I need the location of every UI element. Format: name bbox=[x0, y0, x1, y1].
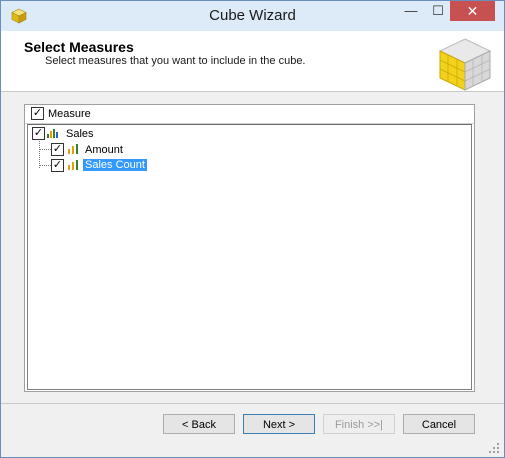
amount-checkbox[interactable]: ✓ bbox=[51, 143, 64, 156]
page-subtitle: Select measures that you want to include… bbox=[45, 55, 306, 67]
cube-wizard-window: Cube Wizard — ☐ ✕ Select Measures Select… bbox=[0, 0, 505, 458]
tree-connector-line bbox=[39, 139, 40, 168]
cancel-button[interactable]: Cancel bbox=[403, 414, 475, 434]
select-all-checkbox[interactable]: ✓ bbox=[31, 107, 44, 120]
sales-count-checkbox[interactable]: ✓ bbox=[51, 159, 64, 172]
measure-tree-panel: ✓ Measure ✓ Sales ✓ Amount ✓ Sales Count bbox=[24, 104, 475, 392]
next-button[interactable]: Next > bbox=[243, 414, 315, 434]
tree-connector-line bbox=[39, 165, 51, 166]
tree-connector-line bbox=[39, 149, 51, 150]
measure-icon bbox=[68, 144, 78, 154]
tree-node-label: Amount bbox=[85, 144, 123, 156]
tree-node-label-selected: Sales Count bbox=[83, 159, 147, 171]
minimize-button[interactable]: — bbox=[398, 1, 424, 21]
finish-button[interactable]: Finish >>| bbox=[323, 414, 395, 434]
page-title: Select Measures bbox=[24, 39, 134, 55]
sales-checkbox[interactable]: ✓ bbox=[32, 127, 45, 140]
measure-column-header: ✓ Measure bbox=[25, 105, 474, 124]
cube-logo-icon bbox=[438, 38, 492, 91]
resize-grip-icon[interactable] bbox=[487, 441, 501, 455]
measure-tree[interactable]: ✓ Sales ✓ Amount ✓ Sales Count bbox=[27, 124, 472, 390]
maximize-button[interactable]: ☐ bbox=[425, 1, 451, 21]
tree-node-label: Sales bbox=[66, 128, 94, 140]
wizard-header: Select Measures Select measures that you… bbox=[1, 31, 504, 92]
measure-group-icon bbox=[47, 129, 58, 138]
title-bar: Cube Wizard — ☐ ✕ bbox=[1, 1, 504, 31]
measure-icon bbox=[68, 160, 78, 170]
column-header-label: Measure bbox=[48, 108, 91, 120]
back-button[interactable]: < Back bbox=[163, 414, 235, 434]
close-button[interactable]: ✕ bbox=[450, 1, 495, 21]
footer-divider bbox=[1, 403, 504, 404]
